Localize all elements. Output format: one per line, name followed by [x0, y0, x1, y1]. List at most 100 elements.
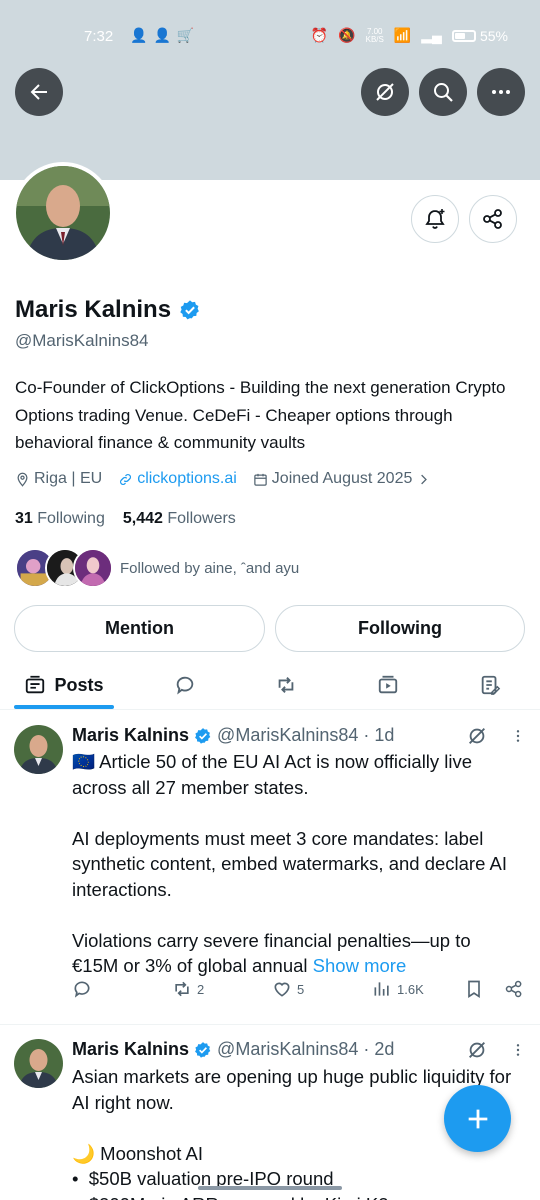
like-count: 5 [297, 981, 305, 997]
grok-icon [376, 83, 394, 101]
post-author-name[interactable]: Maris Kalnins [72, 725, 189, 746]
notification-icons: 👤 👤 🛒 [130, 27, 194, 44]
grok-icon[interactable] [466, 1039, 488, 1061]
verified-badge-icon [195, 1041, 211, 1058]
followers-label: Followers [167, 510, 236, 527]
post-author-handle[interactable]: @MarisKalnins84 [217, 1039, 358, 1060]
reply-button[interactable] [72, 979, 97, 999]
following-label: Following [37, 510, 105, 527]
search-icon [434, 83, 453, 102]
verified-badge-icon[interactable] [179, 299, 201, 321]
more-horizontal-icon [492, 90, 510, 94]
wifi-icon: 📶 [393, 27, 412, 43]
post-time: · 1d [363, 725, 395, 745]
followers-count: 5,442 [122, 510, 163, 527]
status-right: ⏰ 🔕 7.00 KB/S 📶 ▂▄ 55% [311, 27, 508, 44]
profile-bio: Co-Founder of ClickOptions - Building th… [15, 378, 506, 452]
location: Riga | EU [15, 470, 102, 488]
posts-icon [26, 675, 45, 694]
reposts-icon [278, 677, 294, 693]
tab-posts[interactable]: Posts [14, 660, 114, 710]
bookmark-button[interactable] [464, 979, 484, 999]
post-avatar[interactable] [14, 1039, 63, 1088]
follow-counts: 31 Following 5,442 Followers [15, 510, 236, 528]
share-icon [483, 209, 502, 229]
plus-icon [468, 1109, 487, 1128]
avatar-image [16, 166, 110, 260]
more-button[interactable] [477, 68, 525, 116]
following-button[interactable]: Following [275, 605, 525, 652]
bookmark-icon [468, 980, 480, 999]
network-speed: 7.00 KB/S [365, 27, 384, 44]
display-name: Maris Kalnins [15, 296, 172, 323]
profile-handle: @MarisKalnins84 [15, 331, 149, 350]
more-vertical-icon[interactable] [510, 725, 526, 747]
battery: 55% [451, 27, 508, 44]
follower-avatar [73, 548, 113, 588]
compose-post-button[interactable] [444, 1085, 511, 1152]
following-count-link[interactable]: 31 Following [15, 510, 105, 528]
repost-button[interactable]: 2 [172, 979, 204, 999]
follower-avatars [15, 548, 115, 588]
status-bar: 7:32 👤 👤 🛒 ⏰ 🔕 7.00 KB/S 📶 ▂▄ 55% [0, 0, 540, 72]
verified-badge-icon [195, 727, 211, 744]
battery-icon [451, 29, 476, 42]
home-indicator[interactable] [198, 1186, 342, 1190]
tab-articles[interactable] [460, 660, 520, 710]
back-button[interactable] [15, 68, 63, 116]
post-author-handle[interactable]: @MarisKalnins84 [217, 725, 358, 746]
more-vertical-icon[interactable] [510, 1039, 526, 1061]
grok-icon[interactable] [466, 725, 488, 747]
tab-posts-label: Posts [54, 674, 104, 695]
notifications-button[interactable] [411, 195, 459, 243]
post-card[interactable]: Maris Kalnins @MarisKalnins84 · 1d 🇪🇺 Ar… [0, 711, 540, 1025]
post-tools [466, 1039, 526, 1061]
reply-icon [74, 981, 90, 998]
website-link[interactable]: clickoptions.ai [137, 470, 237, 488]
share-post-button[interactable] [504, 979, 524, 999]
followers-count-link[interactable]: 5,442 Followers [123, 510, 236, 528]
status-time: 7:32 [84, 28, 114, 45]
battery-percent: 55% [479, 27, 508, 44]
mute-icon: 🔕 [338, 27, 356, 43]
tab-reposts[interactable] [256, 660, 316, 710]
joined-date: Joined August 2025 [253, 470, 432, 488]
post-author-name[interactable]: Maris Kalnins [72, 1039, 189, 1060]
bell-plus-icon [425, 209, 445, 229]
show-more-link[interactable]: Show more [313, 955, 407, 976]
link-icon [120, 473, 132, 485]
active-tab-indicator [14, 705, 114, 709]
replies-icon [176, 676, 194, 695]
speed-unit: KB/S [365, 34, 384, 44]
profile-meta: Riga | EU clickoptions.ai Joined August … [15, 470, 443, 488]
articles-icon [481, 675, 501, 695]
website[interactable]: clickoptions.ai [118, 470, 237, 488]
arrow-left-icon [30, 84, 47, 100]
profile-tabs: Posts [0, 660, 540, 710]
location-pin-icon [17, 472, 28, 487]
profile-name-row: Maris Kalnins [15, 296, 201, 324]
post-header: Maris Kalnins @MarisKalnins84 · 2d [72, 1039, 394, 1060]
repost-icon [175, 981, 189, 997]
search-button[interactable] [419, 68, 467, 116]
joined-text: Joined August 2025 [271, 470, 413, 487]
share-icon [505, 980, 522, 998]
profile-avatar[interactable] [12, 162, 114, 264]
chevron-right-icon[interactable] [416, 472, 431, 487]
mention-button[interactable]: Mention [14, 605, 265, 652]
like-button[interactable]: 5 [272, 979, 304, 999]
tab-replies[interactable] [155, 660, 215, 710]
location-text: Riga | EU [34, 470, 103, 487]
tab-media[interactable] [358, 660, 418, 710]
post-tools [466, 725, 526, 747]
signal-icon: ▂▄ [421, 27, 442, 43]
media-icon [378, 675, 398, 694]
app-icon: 🛒 [176, 27, 195, 43]
share-profile-button[interactable] [469, 195, 517, 243]
followed-by[interactable]: Followed by aine, ˆand ayu [15, 548, 299, 588]
post-avatar[interactable] [14, 725, 63, 774]
views-button[interactable]: 1.6K [372, 979, 424, 999]
grok-button[interactable] [361, 68, 409, 116]
post-time: · 2d [363, 1039, 395, 1059]
views-icon [374, 982, 389, 996]
